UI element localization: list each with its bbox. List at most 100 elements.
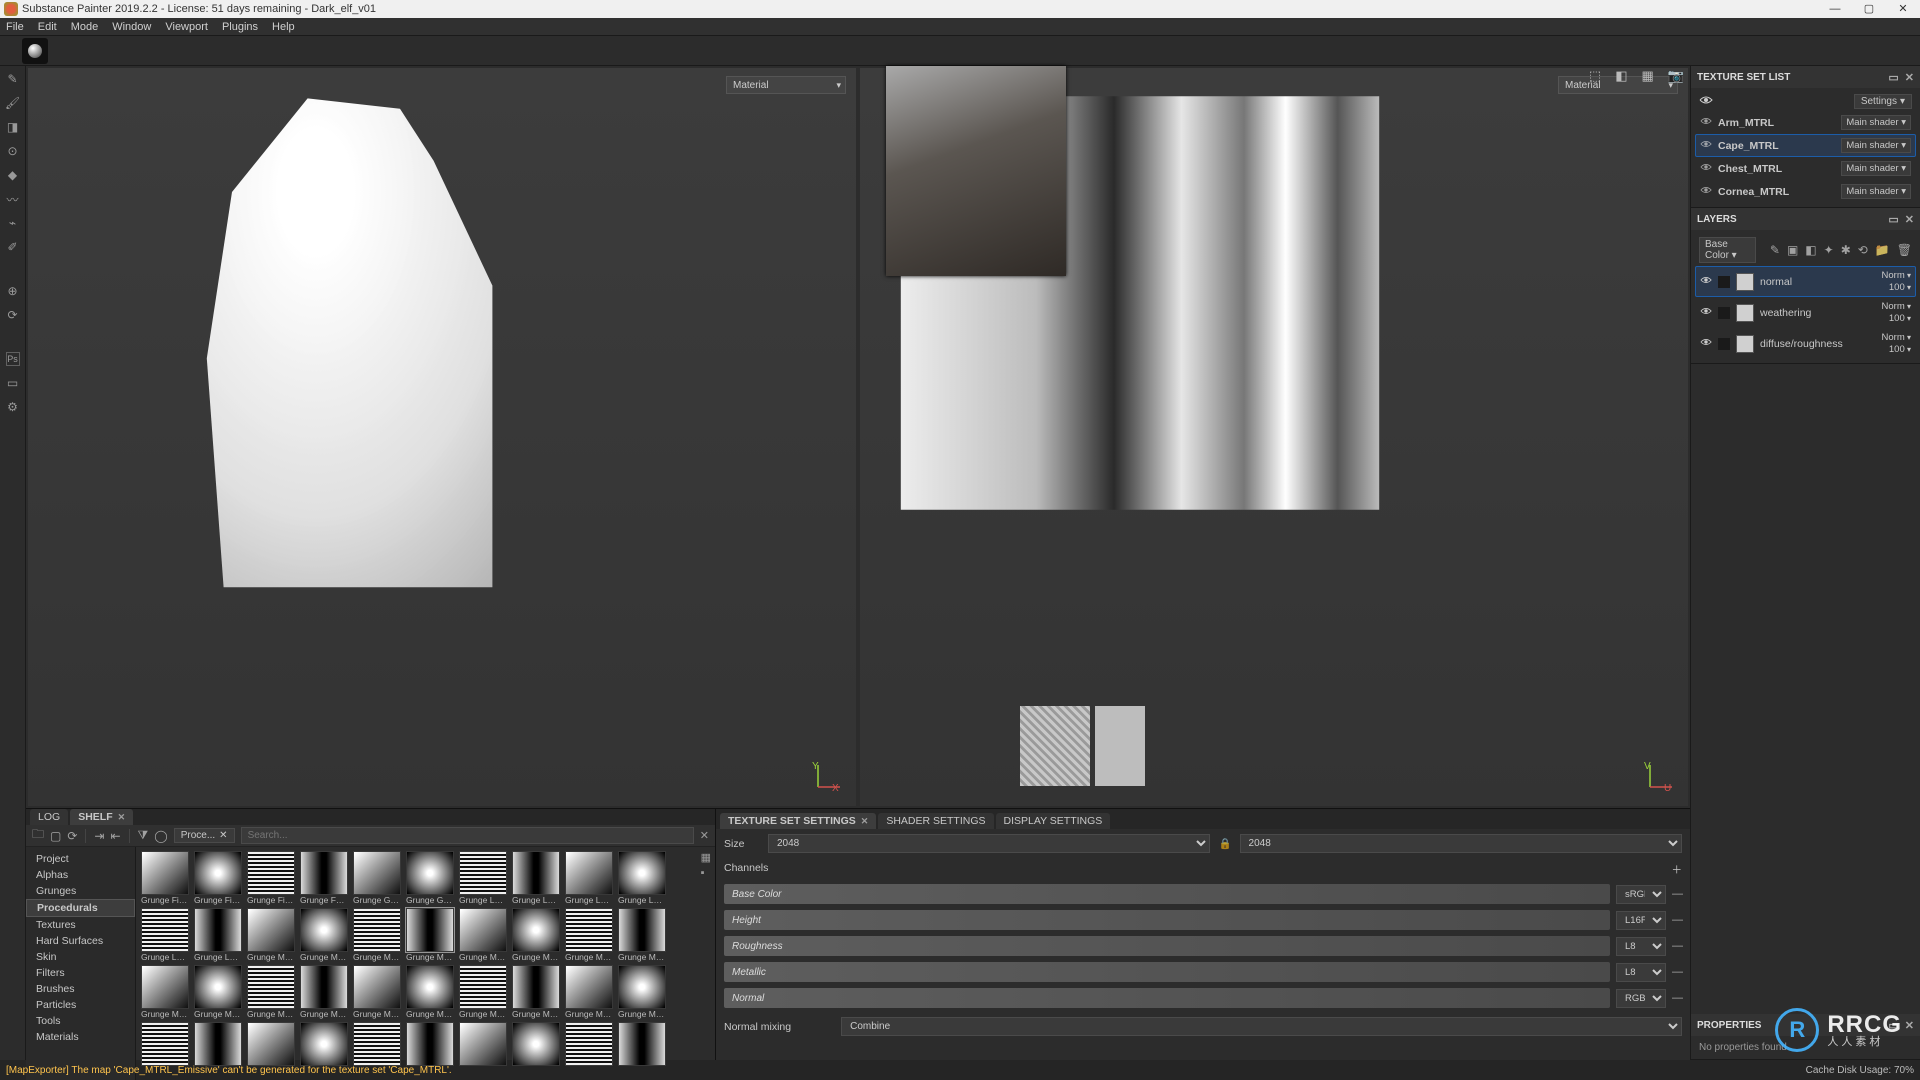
visibility-icon[interactable]	[1700, 275, 1712, 288]
channel-name[interactable]: Metallic	[724, 962, 1610, 982]
shelf-item[interactable]: Grunge Gal...	[405, 851, 455, 905]
shelf-category[interactable]: Project	[26, 851, 135, 867]
layer-smart-icon[interactable]: ✱	[1841, 243, 1851, 257]
window-close-button[interactable]: ✕	[1886, 0, 1920, 18]
tab-texture-set-settings[interactable]: TEXTURE SET SETTINGS✕	[720, 813, 876, 829]
visibility-icon[interactable]	[1700, 162, 1712, 175]
shelf-item[interactable]: Grunge Lea...	[458, 851, 508, 905]
shelf-item[interactable]: Grunge Fin...	[193, 851, 243, 905]
folder-icon[interactable]	[1718, 307, 1730, 319]
tool-projection-icon[interactable]: ⊙	[6, 144, 20, 158]
shelf-item[interactable]	[193, 1022, 243, 1076]
layer-adjust-icon[interactable]: ✦	[1824, 243, 1834, 257]
remove-channel-button[interactable]: —	[1672, 914, 1682, 926]
tool-brush-icon[interactable]: 🖌	[6, 96, 20, 110]
shelf-item[interactable]: Grunge Ma...	[299, 908, 349, 962]
normal-mixing-select[interactable]: Combine	[841, 1017, 1682, 1036]
shelf-item[interactable]: Grunge Lea...	[511, 851, 561, 905]
viewport-3d-material-dropdown[interactable]: Material	[726, 76, 846, 94]
shelf-tag-icon[interactable]: ◯	[154, 829, 167, 843]
shelf-item[interactable]	[564, 1022, 614, 1076]
tool-quickmask-icon[interactable]: ⊕	[6, 284, 20, 298]
viewport-screenshot-icon[interactable]: 📷	[1668, 68, 1684, 84]
layer-folder-icon[interactable]: 📁	[1875, 243, 1890, 257]
channel-format-select[interactable]: sRGB8	[1616, 885, 1666, 904]
shelf-category[interactable]: Materials	[26, 1029, 135, 1045]
shelf-item[interactable]: Grunge Ma...	[564, 908, 614, 962]
menu-help[interactable]: Help	[272, 21, 295, 33]
reference-image-overlay[interactable]	[886, 66, 1066, 276]
shelf-item[interactable]: Grunge Lea...	[617, 851, 667, 905]
viewport-3d2d-icon[interactable]: ⬚	[1589, 68, 1601, 84]
panel-undock-icon[interactable]: ▭	[1888, 213, 1898, 226]
menu-viewport[interactable]: Viewport	[165, 21, 208, 33]
texture-set-item[interactable]: Chest_MTRLMain shader ▾	[1695, 157, 1916, 180]
layer-item[interactable]: diffuse/roughnessNorm100	[1695, 328, 1916, 359]
channel-name[interactable]: Normal	[724, 988, 1610, 1008]
menu-edit[interactable]: Edit	[38, 21, 57, 33]
texture-set-settings-dropdown[interactable]: Settings ▾	[1854, 94, 1912, 109]
tool-settings-icon[interactable]: ⚙	[6, 400, 20, 414]
opacity-dropdown[interactable]: 100	[1889, 313, 1911, 324]
shelf-item[interactable]	[511, 1022, 561, 1076]
shelf-item[interactable]	[299, 1022, 349, 1076]
shelf-category[interactable]: Brushes	[26, 981, 135, 997]
shelf-filter-icon[interactable]: ⧩	[138, 828, 149, 843]
viewport-perspective-icon[interactable]: ◧	[1615, 68, 1627, 84]
shelf-item[interactable]: Grunge Ma...	[352, 908, 402, 962]
channel-format-select[interactable]: L16F	[1616, 911, 1666, 930]
window-minimize-button[interactable]: —	[1818, 0, 1852, 18]
channel-name[interactable]: Base Color	[724, 884, 1610, 904]
viewport-3d[interactable]: Material YX	[28, 68, 856, 806]
shader-dropdown[interactable]: Main shader ▾	[1841, 115, 1911, 130]
menu-window[interactable]: Window	[112, 21, 151, 33]
blend-mode-dropdown[interactable]: Norm	[1882, 270, 1911, 281]
viewport-camera-icon[interactable]: ▦	[1642, 68, 1654, 84]
shelf-item[interactable]: Grunge Ma...	[564, 965, 614, 1019]
visibility-icon[interactable]	[1700, 139, 1712, 152]
texture-set-item[interactable]: Cape_MTRLMain shader ▾	[1695, 134, 1916, 157]
shelf-item[interactable]: Grunge Folds	[299, 851, 349, 905]
channel-format-select[interactable]: RGB16F	[1616, 989, 1666, 1008]
shelf-refresh-icon[interactable]: ⟳	[67, 829, 77, 843]
shelf-filter-chip[interactable]: Proce...✕	[174, 828, 235, 843]
remove-channel-button[interactable]: —	[1672, 888, 1682, 900]
size-height-select[interactable]: 2048	[1240, 834, 1682, 853]
shelf-category[interactable]: Textures	[26, 917, 135, 933]
shelf-item[interactable]: Grunge Fin...	[246, 851, 296, 905]
tab-log[interactable]: LOG	[30, 809, 68, 825]
shelf-search-clear-icon[interactable]: ✕	[700, 829, 709, 842]
shelf-item[interactable]: Grunge Lea...	[193, 908, 243, 962]
tool-polyfill-icon[interactable]: ◆	[6, 168, 20, 182]
visibility-icon[interactable]	[1700, 185, 1712, 198]
blend-mode-dropdown[interactable]: Norm	[1882, 301, 1911, 312]
shelf-item[interactable]: Grunge Ma...	[246, 965, 296, 1019]
folder-icon[interactable]	[1718, 338, 1730, 350]
shelf-item[interactable]: Grunge Ma...	[405, 965, 455, 1019]
shelf-item[interactable]: Grunge Fin...	[140, 851, 190, 905]
base-material-button[interactable]	[22, 38, 48, 64]
texture-set-item[interactable]: Arm_MTRLMain shader ▾	[1695, 111, 1916, 134]
shelf-item[interactable]: Grunge Gal...	[352, 851, 402, 905]
shelf-item[interactable]	[140, 1022, 190, 1076]
layer-channel-dropdown[interactable]: Base Color ▾	[1699, 237, 1756, 263]
panel-close-icon[interactable]: ✕	[1905, 1019, 1914, 1032]
shelf-category[interactable]: Hard Surfaces	[26, 933, 135, 949]
shader-dropdown[interactable]: Main shader ▾	[1841, 184, 1911, 199]
tool-picker-icon[interactable]: ✐	[6, 240, 20, 254]
shelf-item[interactable]: Grunge Ma...	[458, 908, 508, 962]
shelf-item[interactable]: Grunge Ma...	[140, 965, 190, 1019]
shelf-item[interactable]: Grunge Ma...	[405, 908, 455, 962]
shelf-item[interactable]: Grunge Ma...	[511, 908, 561, 962]
visibility-all-icon[interactable]	[1699, 95, 1713, 108]
shelf-item[interactable]: Grunge Ma...	[511, 965, 561, 1019]
close-icon[interactable]: ✕	[118, 812, 126, 823]
shelf-item[interactable]: Grunge Ma...	[617, 965, 667, 1019]
shelf-category[interactable]: Skin	[26, 949, 135, 965]
tool-bake-icon[interactable]: ⟳	[6, 308, 20, 322]
layer-mask-icon[interactable]: ▣	[1787, 243, 1798, 257]
visibility-icon[interactable]	[1700, 337, 1712, 350]
panel-undock-icon[interactable]: ▭	[1888, 1019, 1898, 1032]
layer-item[interactable]: normalNorm100	[1695, 266, 1916, 297]
tool-paint-icon[interactable]: ✎	[6, 72, 20, 86]
